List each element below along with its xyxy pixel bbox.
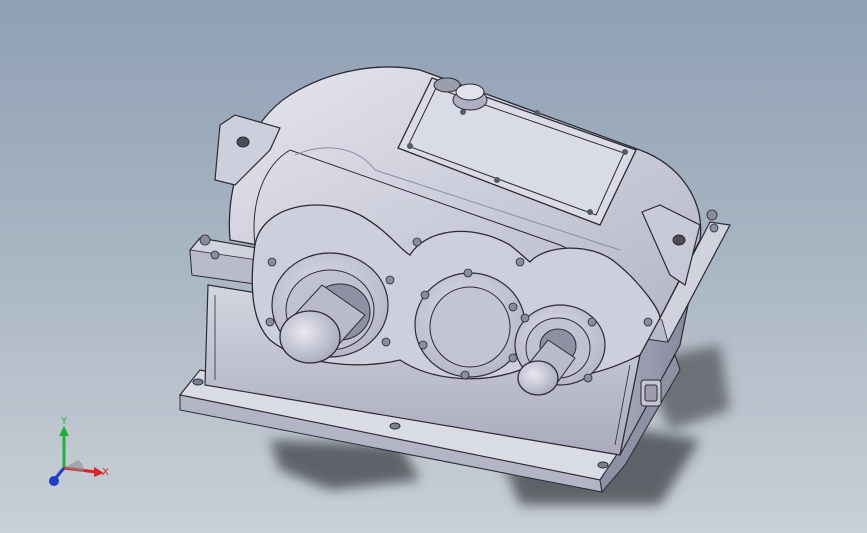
gearbox-model[interactable] xyxy=(0,0,867,533)
triad-y-label: Y xyxy=(60,416,68,427)
triad-y-axis xyxy=(59,426,69,468)
drain-plug xyxy=(640,379,662,407)
triad-z-axis xyxy=(49,467,66,486)
triad-x-label: X xyxy=(102,467,109,478)
bearing-boss-middle xyxy=(414,272,526,378)
orientation-triad[interactable]: Y X xyxy=(38,412,118,492)
graphics-viewport[interactable]: Y X xyxy=(0,0,867,533)
